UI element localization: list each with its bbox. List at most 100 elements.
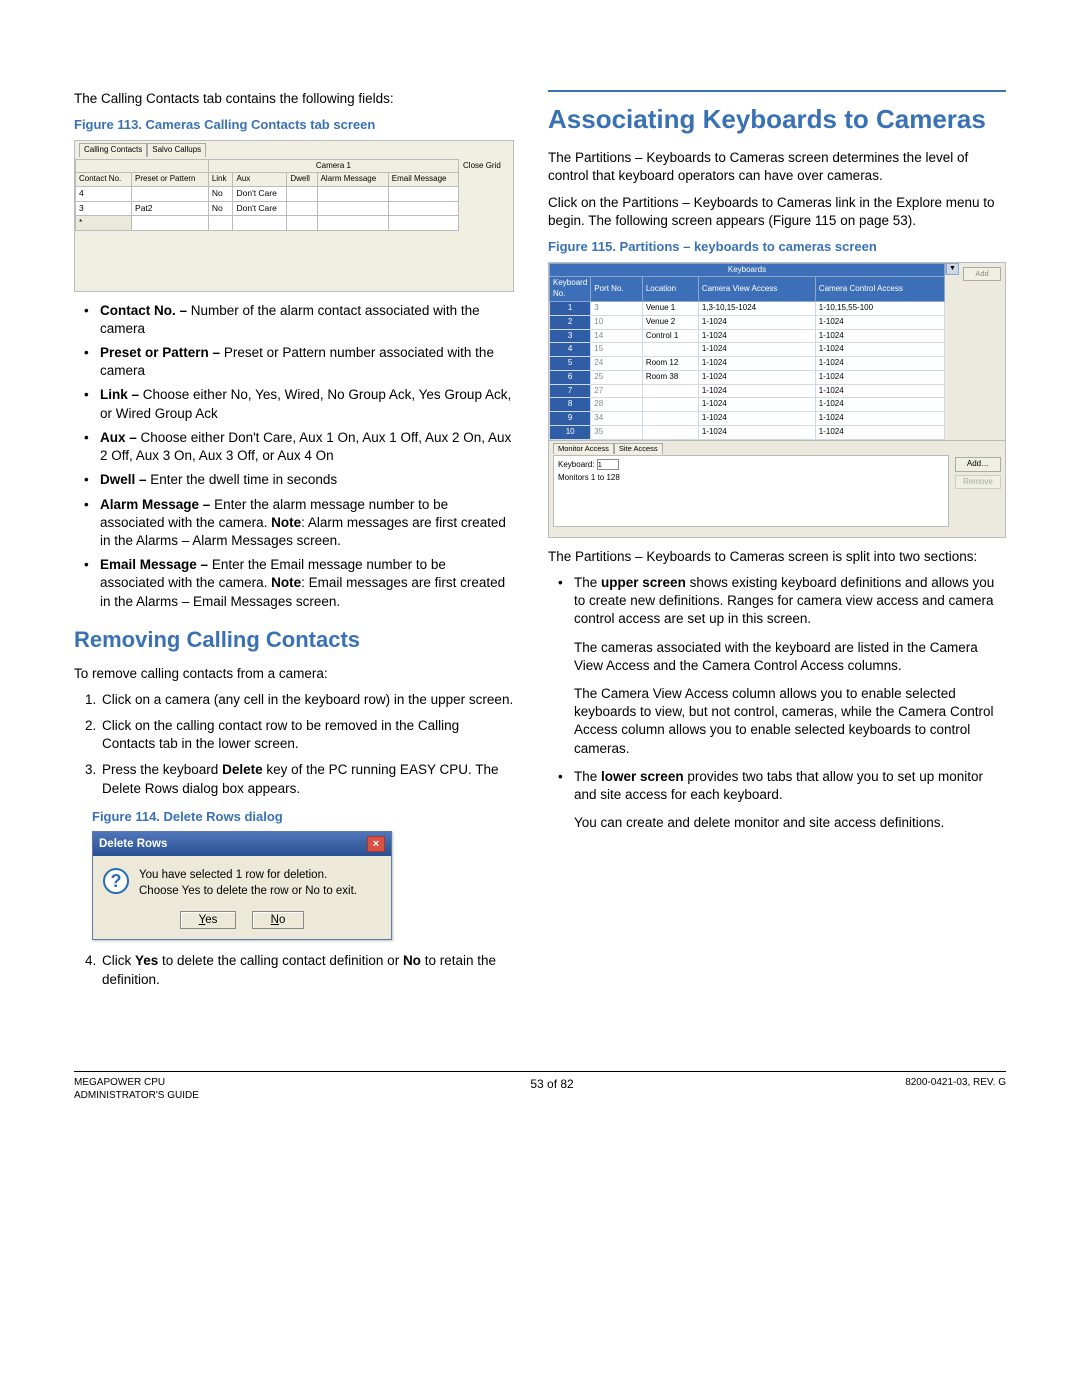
cell bbox=[642, 412, 698, 426]
term: Aux – bbox=[100, 430, 141, 445]
tab-salvo-callups[interactable]: Salvo Callups bbox=[147, 143, 206, 157]
tab-calling-contacts[interactable]: Calling Contacts bbox=[79, 143, 147, 157]
dialog-title: Delete Rows bbox=[99, 837, 167, 853]
scrollbar[interactable]: ▲ ▼ bbox=[945, 263, 959, 275]
sub-para: The Camera View Access column allows you… bbox=[574, 685, 1006, 758]
t: ADMINISTRATOR'S GUIDE bbox=[74, 1089, 199, 1103]
intro-text: The Calling Contacts tab contains the fo… bbox=[74, 90, 514, 108]
col-alarm: Alarm Message bbox=[317, 173, 388, 187]
sub-para: You can create and delete monitor and si… bbox=[574, 814, 1006, 832]
sub-para: The cameras associated with the keyboard… bbox=[574, 639, 1006, 675]
t: The bbox=[574, 575, 601, 590]
cell bbox=[642, 398, 698, 412]
cell: 1-1024 bbox=[815, 412, 944, 426]
t: You have selected 1 row for deletion. bbox=[139, 868, 357, 884]
yes-button[interactable]: Yes bbox=[180, 911, 237, 929]
keyboards-title: Keyboards bbox=[550, 263, 945, 277]
table-row[interactable]: 8281-10241-1024 bbox=[550, 398, 945, 412]
cell: Venue 2 bbox=[642, 315, 698, 329]
col-port: Port No. bbox=[591, 277, 643, 302]
table-row[interactable]: 524Room 121-10241-1024 bbox=[550, 357, 945, 371]
removing-intro: To remove calling contacts from a camera… bbox=[74, 665, 514, 683]
table-row[interactable]: 625Room 381-10241-1024 bbox=[550, 370, 945, 384]
cell: 1-1024 bbox=[815, 398, 944, 412]
col-contact: Contact No. bbox=[76, 173, 132, 187]
cell: Room 38 bbox=[642, 370, 698, 384]
cell: 15 bbox=[591, 343, 643, 357]
lower-remove-button[interactable]: Remove bbox=[955, 475, 1001, 490]
cell: 1-1024 bbox=[698, 412, 815, 426]
cell: 1-1024 bbox=[698, 315, 815, 329]
cell: 27 bbox=[591, 384, 643, 398]
cell: Room 12 bbox=[642, 357, 698, 371]
cell bbox=[317, 201, 388, 215]
fig113-screenshot: Calling ContactsSalvo Callups Camera 1 C… bbox=[74, 140, 514, 292]
keyboard-input[interactable] bbox=[597, 459, 619, 470]
table-row[interactable]: 4 No Don't Care bbox=[76, 187, 459, 201]
cell: 1-1024 bbox=[815, 357, 944, 371]
cell: 3 bbox=[591, 301, 643, 315]
col-loc: Location bbox=[642, 277, 698, 302]
cell: 1-1024 bbox=[815, 315, 944, 329]
cell: 7 bbox=[550, 384, 591, 398]
t: lower screen bbox=[601, 769, 684, 784]
table-row[interactable]: 314Control 11-10241-1024 bbox=[550, 329, 945, 343]
delete-rows-dialog: Delete Rows × ? You have selected 1 row … bbox=[92, 831, 392, 940]
table-row[interactable]: 3 Pat2 No Don't Care bbox=[76, 201, 459, 215]
tab-site-access[interactable]: Site Access bbox=[614, 443, 663, 454]
table-row[interactable]: 13Venue 11,3-10,15-10241-10,15,55-100 bbox=[550, 301, 945, 315]
t: No bbox=[403, 953, 421, 968]
table-row[interactable]: 210Venue 21-10241-1024 bbox=[550, 315, 945, 329]
tab-monitor-access[interactable]: Monitor Access bbox=[553, 443, 614, 454]
col-view: Camera View Access bbox=[698, 277, 815, 302]
table-row[interactable]: 9341-10241-1024 bbox=[550, 412, 945, 426]
page-footer: MEGAPOWER CPU ADMINISTRATOR'S GUIDE 53 o… bbox=[74, 1071, 1006, 1103]
list-item: Link – Choose either No, Yes, Wired, No … bbox=[74, 386, 514, 422]
cell: 9 bbox=[550, 412, 591, 426]
question-icon: ? bbox=[103, 868, 129, 894]
field-definitions-list: Contact No. – Number of the alarm contac… bbox=[74, 302, 514, 611]
close-grid-button[interactable]: Close Grid bbox=[459, 159, 513, 231]
col-kb: Keyboard No. bbox=[550, 277, 591, 302]
t: Yes bbox=[135, 953, 158, 968]
cell: 25 bbox=[591, 370, 643, 384]
footer-center: 53 of 82 bbox=[199, 1076, 905, 1092]
lower-tabs: Monitor AccessSite Access bbox=[553, 443, 949, 455]
cell: 5 bbox=[550, 357, 591, 371]
scroll-down-icon[interactable]: ▼ bbox=[946, 263, 959, 275]
sections-list: The upper screen shows existing keyboard… bbox=[548, 574, 1006, 629]
cell: 28 bbox=[591, 398, 643, 412]
add-button[interactable]: Add bbox=[963, 267, 1001, 281]
cell: 1-1024 bbox=[815, 384, 944, 398]
col-dwell: Dwell bbox=[287, 173, 317, 187]
cell: 1-1024 bbox=[815, 343, 944, 357]
cell: 1-1024 bbox=[815, 370, 944, 384]
list-item: Contact No. – Number of the alarm contac… bbox=[74, 302, 514, 338]
table-row[interactable]: 4151-10241-1024 bbox=[550, 343, 945, 357]
table-row[interactable]: 10351-10241-1024 bbox=[550, 426, 945, 440]
no-button[interactable]: No bbox=[252, 911, 305, 929]
keyboard-field-row: Keyboard: bbox=[558, 459, 944, 471]
term: Preset or Pattern – bbox=[100, 345, 224, 360]
cell: 2 bbox=[550, 315, 591, 329]
step: Click Yes to delete the calling contact … bbox=[100, 952, 514, 988]
cell bbox=[287, 187, 317, 201]
cell: Venue 1 bbox=[642, 301, 698, 315]
t: The bbox=[574, 769, 601, 784]
cell: 3 bbox=[550, 329, 591, 343]
cell: 3 bbox=[76, 201, 132, 215]
cell bbox=[642, 384, 698, 398]
col-link: Link bbox=[208, 173, 233, 187]
t: Choose Yes to delete the row or No to ex… bbox=[139, 884, 357, 900]
note: Note bbox=[271, 515, 301, 530]
camera-group-header: Camera 1 bbox=[208, 159, 458, 173]
fig114-caption: Figure 114. Delete Rows dialog bbox=[92, 808, 514, 826]
term: Email Message – bbox=[100, 557, 212, 572]
cell: 8 bbox=[550, 398, 591, 412]
lower-add-button[interactable]: Add… bbox=[955, 457, 1001, 472]
table-row-new[interactable]: * bbox=[76, 216, 459, 230]
cell bbox=[287, 201, 317, 215]
close-icon[interactable]: × bbox=[367, 836, 385, 852]
table-row[interactable]: 7271-10241-1024 bbox=[550, 384, 945, 398]
note: Note bbox=[271, 575, 301, 590]
